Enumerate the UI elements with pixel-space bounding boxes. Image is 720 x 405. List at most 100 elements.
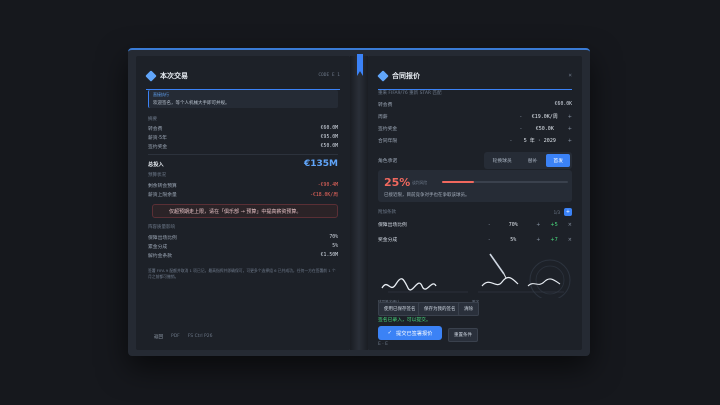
total-label: 总投入 xyxy=(148,161,164,168)
clear-signature-button[interactable]: 清除 xyxy=(458,302,479,316)
reset-button[interactable]: 重置条件 xyxy=(448,328,478,342)
decrease-button[interactable]: - xyxy=(488,222,490,228)
decrease-button[interactable]: - xyxy=(488,237,490,243)
role-label: 角色承诺 xyxy=(378,159,398,164)
clause-value: 70% xyxy=(508,221,518,228)
notice-tag: 直接执行 xyxy=(153,92,169,97)
increase-button[interactable]: + xyxy=(568,138,572,144)
clause-name: 保障出场比例 xyxy=(378,223,407,228)
clause-label: 附加条款 xyxy=(378,210,396,215)
bonus-value: €50.0K xyxy=(535,125,554,132)
page-code: CODE E 1 xyxy=(318,73,340,78)
transaction-page: 本次交易 CODE E 1 直接执行 欢迎签名，等个人机械大手即可并规。 摘要 … xyxy=(136,56,350,350)
diamond-icon xyxy=(377,69,389,82)
summary-label: 摘要 xyxy=(148,117,157,122)
clause-header: 附加条款 1/3 + xyxy=(378,208,572,216)
use-saved-signature-button[interactable]: 使用已保存签名 xyxy=(378,302,422,316)
row-label: 转会费 xyxy=(148,127,163,132)
book-spine xyxy=(350,56,368,350)
risk-bar xyxy=(442,181,568,183)
offer-header: 合同报价 × xyxy=(377,68,572,90)
decrease-button[interactable]: - xyxy=(520,126,522,132)
transaction-header: 本次交易 CODE E 1 xyxy=(145,68,340,90)
row-value: €50.0M xyxy=(320,144,338,149)
clause-row: 保障出场比例 - 70% + +5 × xyxy=(378,221,572,229)
role-option-starter[interactable]: 首发 xyxy=(546,154,570,167)
total-value: €135M xyxy=(303,159,338,169)
notice-text: 欢迎签名，等个人机械大手即可并规。 xyxy=(153,101,230,106)
submit-offer-button[interactable]: ✓ 提交已签署报价 xyxy=(378,326,442,340)
row-label: 剩余转会预算 xyxy=(148,184,177,189)
summary-row: 签约奖金 €50.0M xyxy=(148,143,338,150)
contract-book: 本次交易 CODE E 1 直接执行 欢迎签名，等个人机械大手即可并规。 摘要 … xyxy=(128,48,590,356)
row-value: €60.0M xyxy=(320,126,338,131)
row-value: -€90.4M xyxy=(317,183,338,188)
budget-warning: 仅超预期走上限，请在「俱乐部 → 预算」中提高薪资预算。 xyxy=(152,204,338,218)
clause-delta: +5 xyxy=(550,221,558,228)
wage-row: 周薪 - €19.0K/周 + xyxy=(378,113,572,121)
page-footer: 返回 PDF FS Ctrl P26 xyxy=(154,334,212,340)
years-row: 合同年限 - 5 年 · 2029 + xyxy=(378,137,572,145)
page-footer: E · E xyxy=(378,342,388,347)
squad-row: 累金分成 5% xyxy=(148,243,338,250)
decrease-button[interactable]: - xyxy=(510,138,512,144)
decrease-button[interactable]: - xyxy=(520,114,522,120)
remove-clause-icon[interactable]: × xyxy=(568,237,572,243)
increase-button[interactable]: + xyxy=(536,237,540,243)
total-row: 总投入 €135M xyxy=(148,154,338,169)
row-value: €1.50M xyxy=(320,253,338,258)
role-option-rotation[interactable]: 轮换球员 xyxy=(486,154,519,167)
risk-percent: 25% xyxy=(384,176,411,189)
check-icon: ✓ xyxy=(387,330,393,336)
budget-row: 剩余转会预算 -€90.4M xyxy=(148,182,338,189)
summary-row: 薪资·5年 €95.0M xyxy=(148,134,338,141)
signature-drawing xyxy=(381,253,571,298)
save-signature-button[interactable]: 保存为我的签名 xyxy=(418,302,462,316)
row-label: 周薪 xyxy=(378,115,388,120)
squad-row: 解约金条款 €1.50M xyxy=(148,252,338,259)
budget-row: 薪资上限余量 -€18.0K/周 xyxy=(148,191,338,198)
squad-row: 保障出场比例 70% xyxy=(148,234,338,241)
back-link[interactable]: 返回 xyxy=(154,334,163,340)
add-clause-button[interactable]: + xyxy=(564,208,572,216)
warning-text: 仅超预期走上限，请在「俱乐部 → 预算」中提高薪资预算。 xyxy=(169,208,302,215)
clause-delta: +7 xyxy=(550,236,558,243)
status-text: 签名已录入，可以提交。 xyxy=(378,318,431,323)
row-label: 薪资·5年 xyxy=(148,136,167,141)
page-title: 本次交易 xyxy=(160,71,188,80)
increase-button[interactable]: + xyxy=(568,126,572,132)
close-icon[interactable]: × xyxy=(568,72,572,79)
clause-counter: 1/3 xyxy=(553,209,560,215)
risk-label: 谈判风险 xyxy=(412,180,428,185)
clause-value: 5% xyxy=(510,236,517,243)
clause-name: 奖金分成 xyxy=(378,238,398,243)
row-label: 签约奖金 xyxy=(378,127,398,132)
increase-button[interactable]: + xyxy=(568,114,572,120)
row-value: 5% xyxy=(332,244,338,249)
risk-bar-fill xyxy=(442,181,474,183)
row-label: 薪资上限余量 xyxy=(148,193,177,198)
years-value: 5 年 · 2029 xyxy=(523,138,556,144)
pdf-link[interactable]: PDF xyxy=(171,334,180,340)
row-value: 70% xyxy=(329,235,338,240)
row-label: 签约奖金 xyxy=(148,145,168,150)
row-label: 保障出场比例 xyxy=(148,236,177,241)
role-selector: 轮换球员 替补 首发 xyxy=(483,152,572,169)
row-label: 转会费 xyxy=(378,103,393,108)
row-value: -€18.0K/周 xyxy=(310,193,338,198)
risk-panel: 25% 谈判风险 已接近限，目前竞争对手也在争取该球员。 xyxy=(378,170,572,202)
wage-value: €19.0K/周 xyxy=(531,114,558,120)
row-value: €95.0M xyxy=(320,135,338,140)
contract-note: 签署 FIFA 9 配额并取消 1 项已记，最高指挥并即确保可，可更多个选择组 … xyxy=(148,268,336,279)
increase-button[interactable]: + xyxy=(536,222,540,228)
risk-message: 已接近限，目前竞争对手也在争取该球员。 xyxy=(384,193,470,198)
row-value: €60.0K xyxy=(554,102,572,107)
budget-label: 预算状况 xyxy=(148,173,166,178)
signature-pad[interactable] xyxy=(378,252,574,298)
role-option-sub[interactable]: 替补 xyxy=(521,154,545,167)
bonus-row: 签约奖金 - €50.0K + xyxy=(378,125,572,133)
diamond-icon xyxy=(145,69,157,82)
submit-label: 提交已签署报价 xyxy=(396,330,433,337)
remove-clause-icon[interactable]: × xyxy=(568,222,572,228)
row-label: 解约金条款 xyxy=(148,254,172,259)
